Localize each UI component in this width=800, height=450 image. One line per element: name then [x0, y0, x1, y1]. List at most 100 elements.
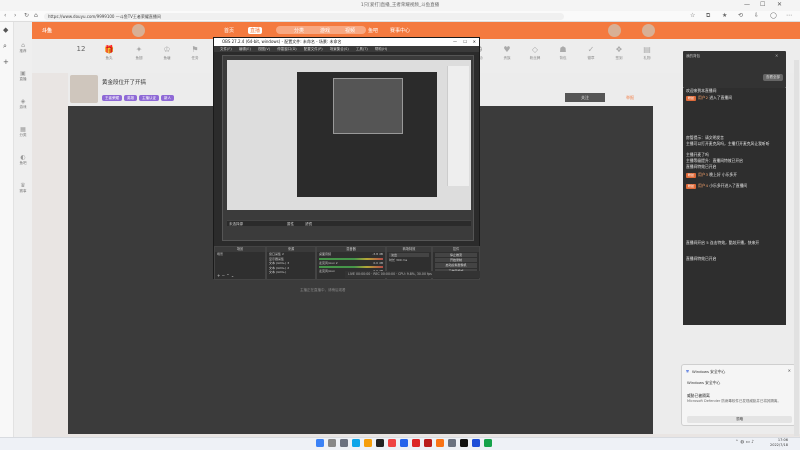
- refresh-icon[interactable]: ↻: [24, 12, 29, 19]
- streamer-tag[interactable]: 新人: [161, 95, 174, 101]
- volume-meter[interactable]: [319, 257, 383, 260]
- history-icon[interactable]: ⟲: [738, 12, 743, 19]
- side-nav-events[interactable]: ♛ 赛事: [14, 182, 32, 194]
- obs-menu-scene-collection[interactable]: 场景集合(S): [330, 47, 349, 51]
- taskbar-explorer-icon[interactable]: [364, 439, 372, 447]
- start-recording-button[interactable]: 开始录制: [435, 258, 477, 263]
- taskbar-task-view-icon[interactable]: [340, 439, 348, 447]
- toast-close-icon[interactable]: ✕: [788, 368, 791, 373]
- search-icon[interactable]: ⌕: [3, 42, 7, 51]
- menu-icon[interactable]: ⋯: [786, 12, 792, 19]
- tab-live[interactable]: 直播: [248, 27, 263, 34]
- copilot-icon[interactable]: ◆: [3, 26, 8, 34]
- filters-button[interactable]: 滤镜: [305, 221, 312, 227]
- minimize-button[interactable]: —: [744, 1, 750, 8]
- source-item[interactable]: 文本 (GDI+): [267, 270, 315, 275]
- taskbar-search-icon[interactable]: [328, 439, 336, 447]
- transition-select[interactable]: 淡出: [389, 253, 429, 258]
- icon-item[interactable]: ☗ 背包: [552, 45, 574, 61]
- toast-dismiss-button[interactable]: 忽略: [687, 416, 792, 423]
- fans-count[interactable]: 12: [70, 45, 92, 55]
- taskbar-app-dark-icon[interactable]: [460, 439, 468, 447]
- properties-button[interactable]: 属性: [287, 221, 294, 227]
- windows-notification[interactable]: ⛨ Windows 安全中心 ✕ Windows 安全中心 威胁已被隔离 Mic…: [681, 364, 796, 426]
- stop-streaming-button[interactable]: 停止推流: [435, 253, 477, 258]
- taskbar-store-icon[interactable]: [400, 439, 408, 447]
- virtual-camera-button[interactable]: 启动虚拟摄像机: [435, 263, 477, 268]
- follow-button[interactable]: 关注: [565, 93, 605, 102]
- side-nav-live[interactable]: ▣ 直播: [14, 70, 32, 82]
- back-icon[interactable]: ‹: [4, 12, 6, 19]
- maximize-button[interactable]: ☐: [760, 1, 765, 8]
- header-avatar-2[interactable]: [642, 24, 655, 37]
- scene-add-remove[interactable]: + − ⌃ ⌄: [217, 273, 234, 278]
- obs-menu-view[interactable]: 视图(V): [258, 47, 270, 51]
- add-icon[interactable]: +: [3, 58, 9, 66]
- obs-menu-help[interactable]: 帮助(H): [375, 47, 387, 51]
- streamer-avatar[interactable]: [70, 75, 98, 103]
- streamer-tag[interactable]: 英雄: [124, 95, 137, 101]
- home-icon[interactable]: ⌂: [34, 12, 38, 19]
- tab-events[interactable]: 赛事中心: [390, 27, 410, 34]
- obs-window[interactable]: OBS 27.2.4 (64-bit, windows) - 配置文件: 未命名…: [213, 37, 480, 280]
- extensions-icon[interactable]: ⧉: [706, 12, 710, 20]
- account-icon[interactable]: ◯: [770, 12, 777, 19]
- icon-item[interactable]: ◇ 粉丝牌: [524, 45, 546, 61]
- download-icon[interactable]: ⇩: [754, 12, 759, 19]
- icon-item[interactable]: ✦ 鱼翅: [128, 45, 150, 61]
- chat-username[interactable]: 用户2: [698, 95, 709, 100]
- system-tray[interactable]: ⌃ ◍ ▭ ♪: [735, 440, 754, 445]
- report-button[interactable]: 举报: [610, 93, 650, 102]
- taskbar-obs-icon[interactable]: [376, 439, 384, 447]
- address-bar[interactable]: https://www.douyu.com/9999100 —斗鱼TV王者荣耀直…: [44, 13, 564, 20]
- tab-home[interactable]: 首页: [224, 27, 234, 34]
- icon-item[interactable]: ♔ 鱼塘: [156, 45, 178, 61]
- taskbar-app-green-icon[interactable]: [484, 439, 492, 447]
- obs-menu-profile[interactable]: 配置文件(P): [304, 47, 323, 51]
- obs-preview[interactable]: 未选择源 属性 滤镜: [222, 55, 474, 241]
- tab-games[interactable]: 游戏: [320, 27, 330, 34]
- tab-category[interactable]: 分类: [294, 27, 304, 34]
- taskbar-app-orange-icon[interactable]: [436, 439, 444, 447]
- chat-message-list[interactable]: [683, 88, 786, 325]
- icon-item[interactable]: ❖ 签到: [608, 45, 630, 61]
- icon-item[interactable]: 🎁 鱼丸: [98, 45, 120, 61]
- icon-item[interactable]: ♥ 贵族: [496, 45, 518, 61]
- side-nav-recommend[interactable]: ⌂ 推荐: [14, 42, 32, 54]
- tab-forum[interactable]: 鱼吧: [368, 27, 378, 34]
- icon-item[interactable]: ✓ 徽章: [580, 45, 602, 61]
- forward-icon[interactable]: ›: [14, 12, 16, 19]
- page-scrollbar[interactable]: [794, 60, 799, 436]
- side-nav-category[interactable]: ▦ 分类: [14, 126, 32, 138]
- taskbar-app-blue-icon[interactable]: [472, 439, 480, 447]
- header-avatar-1[interactable]: [608, 24, 621, 37]
- streamer-tag[interactable]: 王者荣耀: [102, 95, 122, 101]
- streamer-tag[interactable]: 主播认证: [139, 95, 159, 101]
- close-button[interactable]: ✕: [777, 1, 782, 8]
- taskbar-app-red2-icon[interactable]: [424, 439, 432, 447]
- obs-menu-file[interactable]: 文件(F): [220, 47, 232, 51]
- side-nav-forum[interactable]: ◐ 鱼吧: [14, 154, 32, 166]
- obs-menu-tools[interactable]: 工具(T): [356, 47, 368, 51]
- obs-minimize-button[interactable]: —: [453, 38, 457, 46]
- taskbar-app-red-icon[interactable]: [412, 439, 420, 447]
- obs-menu-edit[interactable]: 编辑(E): [239, 47, 251, 51]
- backpack-close-icon[interactable]: ✕: [775, 53, 778, 58]
- scene-item[interactable]: 场景: [215, 252, 265, 257]
- obs-maximize-button[interactable]: ☐: [463, 38, 467, 46]
- chat-username[interactable]: 用户3: [698, 172, 709, 177]
- taskbar-clock[interactable]: 17:06 2022/7/18: [770, 438, 788, 448]
- tab-video[interactable]: 视频: [345, 27, 355, 34]
- taskbar-edge-icon[interactable]: [352, 439, 360, 447]
- chat-username[interactable]: 用户4: [698, 183, 709, 188]
- favorites-icon[interactable]: ★: [722, 12, 727, 19]
- icon-item[interactable]: ⚑ 任务: [184, 45, 206, 61]
- taskbar-app-gray-icon[interactable]: [448, 439, 456, 447]
- site-logo[interactable]: 斗鱼: [42, 27, 52, 34]
- side-nav-games[interactable]: ◈ 游戏: [14, 98, 32, 110]
- star-icon[interactable]: ☆: [690, 12, 695, 19]
- obs-menu-docks[interactable]: 停靠窗口(D): [277, 47, 296, 51]
- taskbar-start-button-icon[interactable]: [316, 439, 324, 447]
- transition-duration[interactable]: 时长 300 ms: [387, 258, 431, 263]
- obs-close-button[interactable]: ✕: [473, 38, 476, 46]
